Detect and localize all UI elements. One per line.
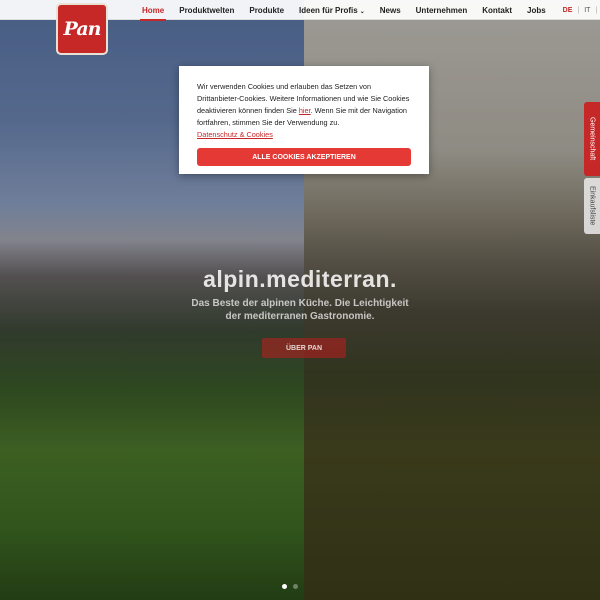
slider-dot-active[interactable] [282, 584, 287, 589]
nav-item-home[interactable]: Home [140, 1, 167, 21]
cookie-consent-dialog: Wir verwenden Cookies und erlauben das S… [179, 66, 429, 174]
language-switcher: DE | IT | EN [563, 7, 600, 14]
nav-item-news[interactable]: News [378, 1, 403, 20]
nav-item-jobs[interactable]: Jobs [525, 1, 548, 20]
lang-it[interactable]: IT [584, 7, 590, 14]
hero-tagline: alpin.mediterran. [203, 266, 397, 292]
side-tab-einkaufsliste[interactable]: Einkaufsliste [584, 178, 600, 234]
about-pan-button[interactable]: ÜBER PAN [262, 338, 346, 358]
lang-de[interactable]: DE [563, 7, 573, 14]
side-tab-gemeinschaft[interactable]: Gemeinschaft [584, 102, 600, 176]
accept-all-cookies-button[interactable]: ALLE COOKIES AKZEPTIEREN [197, 148, 411, 166]
privacy-policy-link[interactable]: Datenschutz & Cookies [197, 129, 411, 141]
pan-logo[interactable]: Pan [56, 3, 108, 55]
side-tab-einkaufsliste-label: Einkaufsliste [588, 186, 596, 226]
main-navigation: Home Produktwelten Produkte Ideen für Pr… [140, 0, 600, 21]
logo-text: Pan [63, 18, 102, 40]
lang-separator: | [577, 6, 580, 14]
hero-subtitle: Das Beste der alpinen Küche. Die Leichti… [191, 298, 409, 322]
nav-item-produkte[interactable]: Produkte [247, 1, 286, 20]
slider-dot[interactable] [293, 584, 298, 589]
nav-item-produktwelten[interactable]: Produktwelten [177, 1, 236, 20]
cookie-info-link[interactable]: hier [299, 106, 311, 115]
chevron-down-icon: ⌄ [359, 8, 365, 15]
nav-item-unternehmen[interactable]: Unternehmen [414, 1, 470, 20]
nav-item-ideen-fuer-profis[interactable]: Ideen für Profis ⌄ [297, 1, 367, 20]
lang-separator: | [595, 6, 598, 14]
cookie-message: Wir verwenden Cookies und erlauben das S… [197, 81, 411, 141]
nav-item-ideen-label: Ideen für Profis [299, 5, 358, 15]
side-tab-gemeinschaft-label: Gemeinschaft [588, 117, 596, 161]
nav-item-kontakt[interactable]: Kontakt [480, 1, 514, 20]
slider-pagination [282, 584, 298, 589]
